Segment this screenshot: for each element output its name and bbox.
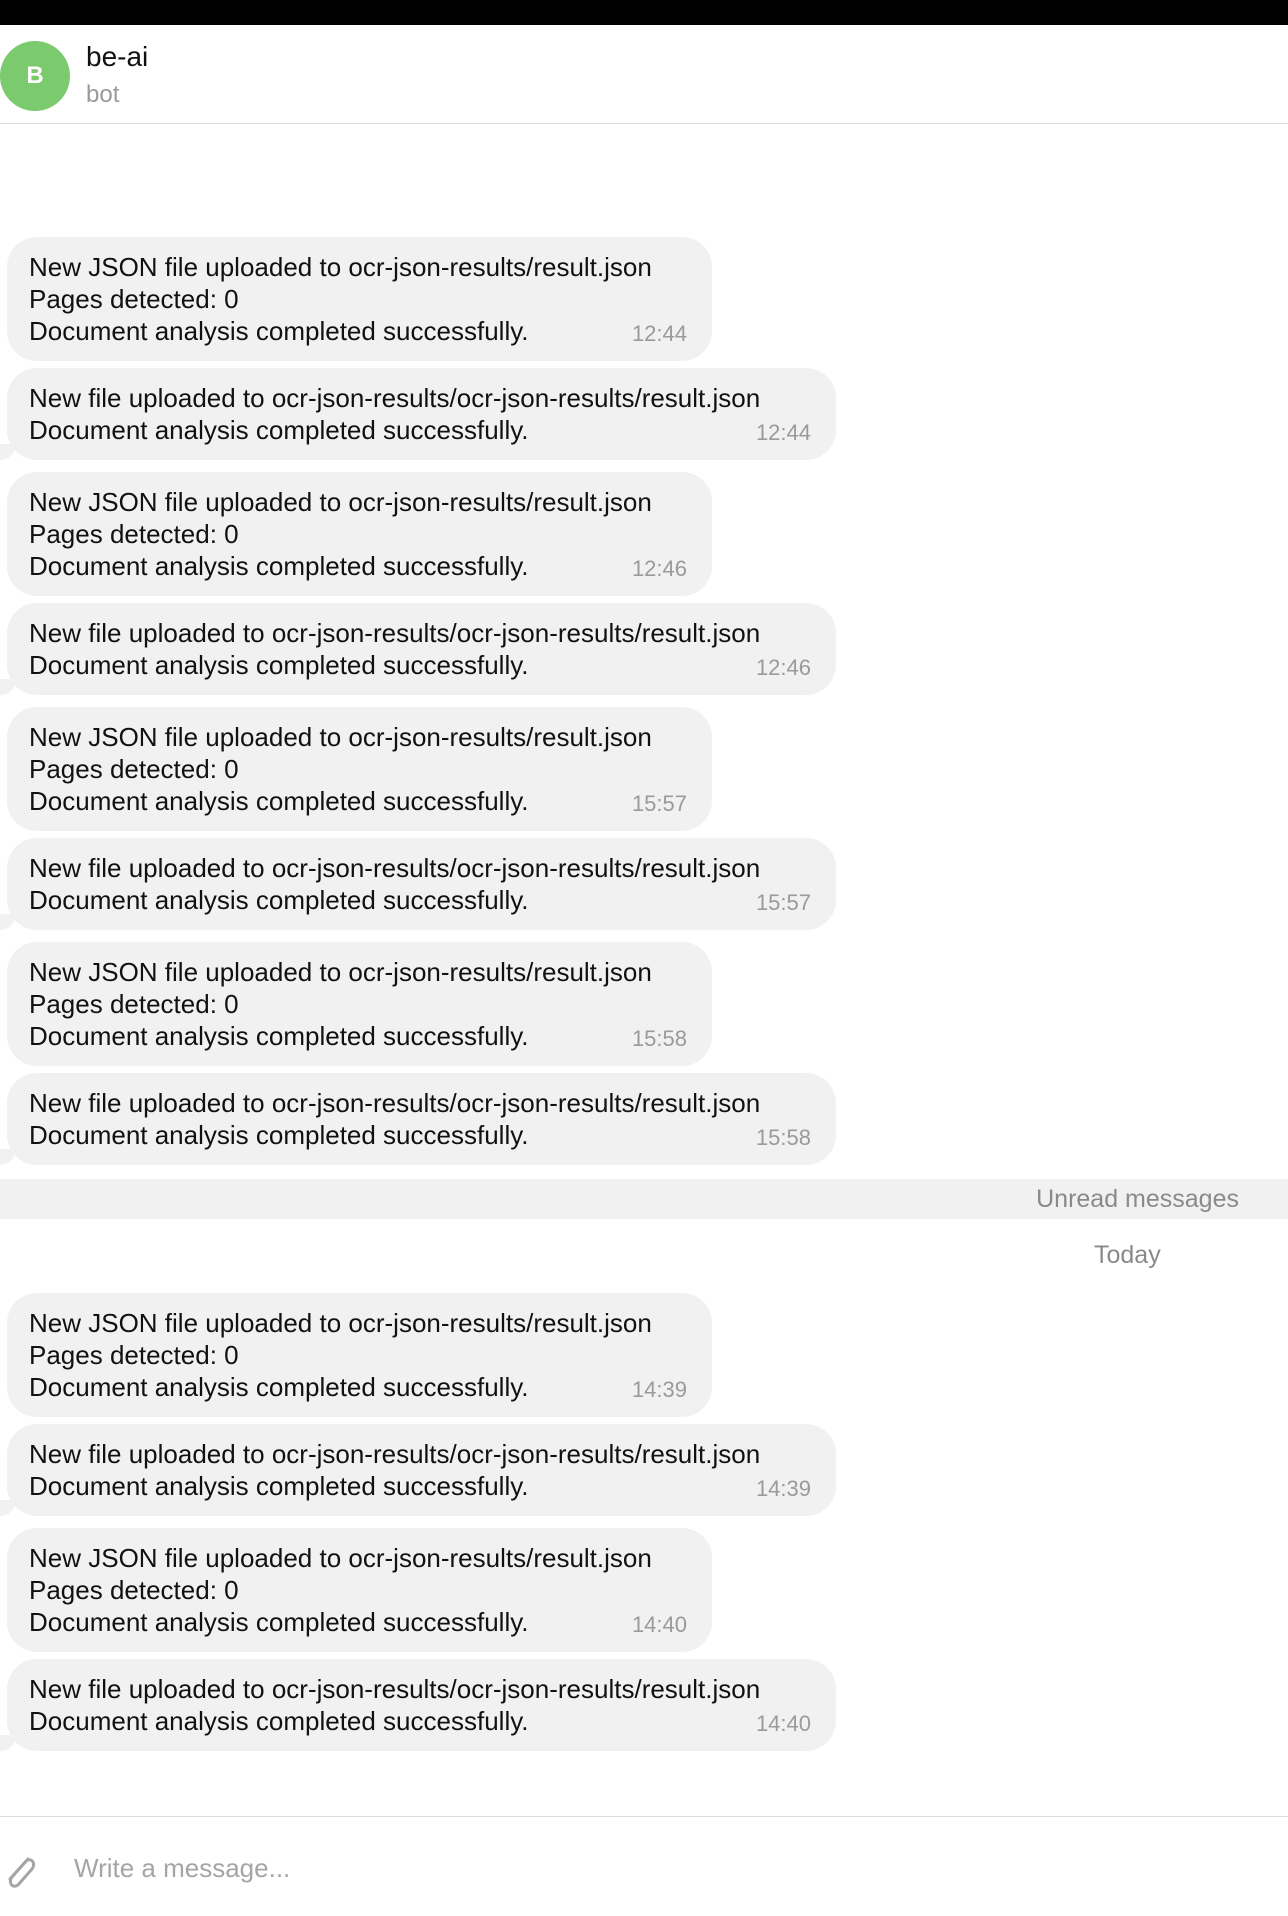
message-bubble[interactable]: New JSON file uploaded to ocr-json-resul… xyxy=(7,1293,712,1417)
message-text-line: Document analysis completed successfully… xyxy=(29,1021,529,1051)
bubble-tail xyxy=(0,679,16,695)
message-text-line: Document analysis completed successfully… xyxy=(29,1372,529,1402)
bubble-tail xyxy=(0,1500,16,1516)
message-timestamp: 14:39 xyxy=(631,1377,687,1402)
message-text-line: New JSON file uploaded to ocr-json-resul… xyxy=(29,1308,652,1338)
message-text-line: Pages detected: 0 xyxy=(29,519,239,549)
paperclip-icon[interactable] xyxy=(0,1847,40,1895)
message-text-line: Document analysis completed successfully… xyxy=(29,786,529,816)
message-text-line: Document analysis completed successfully… xyxy=(29,1120,529,1150)
message-bubble[interactable]: New file uploaded to ocr-json-results/oc… xyxy=(7,1073,836,1165)
bubble-tail xyxy=(0,1735,16,1751)
message-text-line: New JSON file uploaded to ocr-json-resul… xyxy=(29,722,652,752)
message-text-line: Pages detected: 0 xyxy=(29,1340,239,1370)
unread-label: Unread messages xyxy=(1036,1185,1239,1213)
message-text-line: New file uploaded to ocr-json-results/oc… xyxy=(29,1088,761,1118)
message-text-line: Pages detected: 0 xyxy=(29,989,239,1019)
chat-header: B be-ai bot xyxy=(0,25,1288,124)
message-timestamp: 12:46 xyxy=(631,556,687,581)
message-text-line: Pages detected: 0 xyxy=(29,1575,239,1605)
message-text-line: New JSON file uploaded to ocr-json-resul… xyxy=(29,957,652,987)
bubble-tail xyxy=(0,444,16,460)
message-timestamp: 12:46 xyxy=(755,655,811,680)
message-composer xyxy=(0,1816,1288,1916)
message-text-line: Document analysis completed successfully… xyxy=(29,650,529,680)
message-text-line: Document analysis completed successfully… xyxy=(29,551,529,581)
message-text-line: New file uploaded to ocr-json-results/oc… xyxy=(29,1439,761,1469)
message-bubble[interactable]: New JSON file uploaded to ocr-json-resul… xyxy=(7,1528,712,1652)
message-text-line: Document analysis completed successfully… xyxy=(29,1607,529,1637)
chat-subtitle: bot xyxy=(86,81,120,108)
message-text-line: New file uploaded to ocr-json-results/oc… xyxy=(29,853,761,883)
message-timestamp: 12:44 xyxy=(631,321,687,346)
message-bubble[interactable]: New file uploaded to ocr-json-results/oc… xyxy=(7,368,836,460)
message-text-line: Pages detected: 0 xyxy=(29,284,239,314)
message-timestamp: 14:40 xyxy=(755,1711,811,1736)
message-text-line: New file uploaded to ocr-json-results/oc… xyxy=(29,618,761,648)
message-bubble[interactable]: New JSON file uploaded to ocr-json-resul… xyxy=(7,942,712,1066)
message-timestamp: 15:57 xyxy=(631,791,687,816)
message-bubble[interactable]: New JSON file uploaded to ocr-json-resul… xyxy=(7,472,712,596)
message-text-line: Document analysis completed successfully… xyxy=(29,1706,529,1736)
message-text-line: Document analysis completed successfully… xyxy=(29,1471,529,1501)
message-bubble[interactable]: New JSON file uploaded to ocr-json-resul… xyxy=(7,707,712,831)
message-list[interactable]: New JSON file uploaded to ocr-json-resul… xyxy=(0,124,1288,1816)
date-separator: Today xyxy=(1094,1241,1161,1269)
avatar[interactable]: B xyxy=(0,41,70,111)
message-timestamp: 15:58 xyxy=(755,1125,811,1150)
message-bubble[interactable]: New file uploaded to ocr-json-results/oc… xyxy=(7,603,836,695)
message-bubble[interactable]: New file uploaded to ocr-json-results/oc… xyxy=(7,1659,836,1751)
bubble-tail xyxy=(0,914,16,930)
message-bubble[interactable]: New JSON file uploaded to ocr-json-resul… xyxy=(7,237,712,361)
top-status-bar xyxy=(0,0,1288,25)
message-timestamp: 12:44 xyxy=(755,420,811,445)
message-timestamp: 14:39 xyxy=(755,1476,811,1501)
message-timestamp: 15:57 xyxy=(755,890,811,915)
message-text-line: Document analysis completed successfully… xyxy=(29,415,529,445)
message-text-line: New JSON file uploaded to ocr-json-resul… xyxy=(29,252,652,282)
message-timestamp: 15:58 xyxy=(631,1026,687,1051)
message-input[interactable] xyxy=(72,1843,1226,1893)
message-text-line: Document analysis completed successfully… xyxy=(29,316,529,346)
message-text-line: New JSON file uploaded to ocr-json-resul… xyxy=(29,487,652,517)
message-timestamp: 14:40 xyxy=(631,1612,687,1637)
chat-title[interactable]: be-ai xyxy=(86,41,148,73)
message-text-line: New file uploaded to ocr-json-results/oc… xyxy=(29,1674,761,1704)
message-text-line: New JSON file uploaded to ocr-json-resul… xyxy=(29,1543,652,1573)
message-bubble[interactable]: New file uploaded to ocr-json-results/oc… xyxy=(7,838,836,930)
unread-divider: Unread messages xyxy=(0,1179,1288,1219)
message-text-line: Document analysis completed successfully… xyxy=(29,885,529,915)
message-text-line: Pages detected: 0 xyxy=(29,754,239,784)
message-text-line: New file uploaded to ocr-json-results/oc… xyxy=(29,383,761,413)
message-bubble[interactable]: New file uploaded to ocr-json-results/oc… xyxy=(7,1424,836,1516)
bubble-tail xyxy=(0,1149,16,1165)
